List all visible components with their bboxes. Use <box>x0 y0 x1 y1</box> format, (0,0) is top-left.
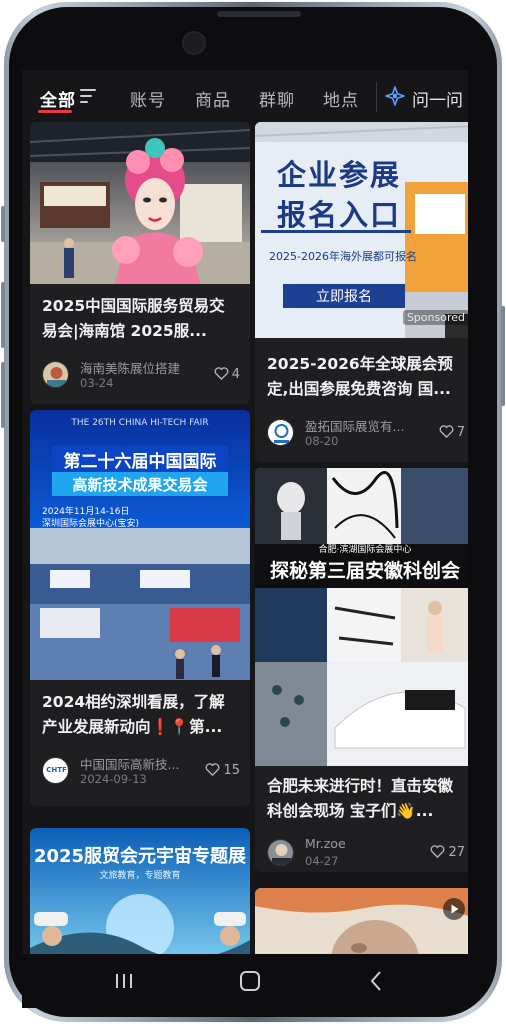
ad-headline-2: 报名入口 <box>277 198 402 232</box>
author-name[interactable]: Mr.zoe <box>305 836 415 851</box>
ask-button[interactable]: 问一问 <box>376 82 468 112</box>
heart-icon <box>214 367 229 380</box>
search-tab-bar: 全部 账号 商品 群聊 地点 问一问 <box>22 70 468 122</box>
note-cover-image: 2025服贸会元宇宙专题展 文旅教育，专题教育 <box>30 828 250 954</box>
note-card[interactable]: 2025中国国际服务贸易交易会|海南馆 2025服... 海南美陈展位搭建 03… <box>30 122 250 404</box>
fair-title-line-2: 高新技术成果交易会 <box>72 476 208 494</box>
note-title: 2025-2026年全球展会预定,出国参展免费咨询 国... <box>267 355 453 398</box>
heart-icon <box>206 763 220 776</box>
note-card[interactable]: THE 26TH CHINA HI-TECH FAIR 第二十六届中国国际 高新… <box>30 410 250 806</box>
like-count-value: 15 <box>223 763 240 778</box>
post-date: 08-20 <box>305 434 339 448</box>
tab-products[interactable]: 商品 <box>195 86 231 111</box>
like-count-value: 7 <box>456 425 465 440</box>
volume-down-button <box>1 362 5 428</box>
expo-headline: 2025服贸会元宇宙专题展 <box>33 846 247 867</box>
note-cover-image: 企业参展 报名入口 2025-2026年海外展都可报名 立即报名 Sponsor… <box>255 122 468 338</box>
author-avatar[interactable] <box>267 839 294 866</box>
post-date: 03-24 <box>80 376 114 390</box>
heart-icon <box>439 425 454 438</box>
expo-subtitle: 文旅教育，专题教育 <box>99 871 181 881</box>
note-title: 2024相约深圳看展，了解产业发展新动向❗📍第... <box>42 693 225 736</box>
fair-venue: 深圳国际会展中心(宝安) <box>42 519 140 529</box>
like-count[interactable]: 15 <box>205 763 240 778</box>
author-avatar[interactable] <box>42 361 69 388</box>
author-avatar[interactable] <box>267 419 294 446</box>
heart-icon <box>431 845 445 858</box>
tab-accounts[interactable]: 账号 <box>130 86 166 111</box>
sponsored-badge: Sponsored <box>402 310 468 325</box>
tab-group-chats[interactable]: 群聊 <box>259 86 295 111</box>
note-meta: 盈拓国际展览有... 08-20 7 <box>267 416 465 450</box>
note-cover-image <box>255 888 468 954</box>
like-count-value: 4 <box>231 367 240 382</box>
like-count[interactable]: 7 <box>439 425 465 440</box>
play-icon[interactable] <box>443 898 465 920</box>
note-cover-image: THE 26TH CHINA HI-TECH FAIR 第二十六届中国国际 高新… <box>30 410 250 680</box>
avatar-logo-text: CHTF <box>46 766 67 774</box>
note-cover-image: 合肥·滨湖国际会展中心 探秘第三届安徽科创会 <box>255 468 468 766</box>
tab-all[interactable]: 全部 <box>40 86 76 111</box>
author-name[interactable]: 盈拓国际展览有... <box>305 416 415 435</box>
note-card[interactable]: 合肥·滨湖国际会展中心 探秘第三届安徽科创会 合肥未来进行时！直击安徽科创会现场… <box>255 468 468 872</box>
ad-subtitle: 2025-2026年海外展都可报名 <box>269 250 417 263</box>
like-count[interactable]: 27 <box>430 845 465 860</box>
mute-switch <box>1 206 5 242</box>
note-title: 合肥未来进行时！直击安徽科创会现场 宝子们👋... <box>267 777 454 820</box>
recent-apps-icon[interactable] <box>104 966 144 996</box>
ai-sparkle-icon <box>385 86 405 106</box>
video-note-card[interactable] <box>255 888 468 954</box>
note-card[interactable]: 2025服贸会元宇宙专题展 文旅教育，专题教育 <box>30 828 250 954</box>
like-count-value: 27 <box>448 845 465 860</box>
note-title: 2025中国国际服务贸易交易会|海南馆 2025服... <box>42 297 225 340</box>
ad-signup-button[interactable]: 立即报名 <box>283 286 405 306</box>
filter-icon[interactable] <box>80 89 96 103</box>
event-headline: 探秘第三届安徽科创会 <box>269 560 460 582</box>
note-meta: CHTF 中国国际高新技... 2024-09-13 15 <box>42 754 240 788</box>
note-cover-image <box>30 122 250 284</box>
fair-english-title: THE 26TH CHINA HI-TECH FAIR <box>71 418 209 428</box>
note-meta: Mr.zoe 04-27 27 <box>267 836 465 870</box>
volume-up-button <box>1 282 5 348</box>
front-camera <box>182 31 206 55</box>
author-name[interactable]: 中国国际高新技... <box>80 754 190 773</box>
author-name[interactable]: 海南美陈展位搭建 <box>80 358 190 377</box>
fair-title-line-1: 第二十六届中国国际 <box>63 452 217 472</box>
ask-button-label: 问一问 <box>412 91 463 111</box>
power-button <box>501 306 505 406</box>
speaker-grille <box>217 11 301 17</box>
event-venue-caption: 合肥·滨湖国际会展中心 <box>318 545 412 555</box>
app-screen: 全部 账号 商品 群聊 地点 问一问 2025中国国际服务贸易交易会|海南馆 2… <box>22 70 468 954</box>
active-tab-indicator <box>38 110 72 113</box>
sponsored-note-card[interactable]: 企业参展 报名入口 2025-2026年海外展都可报名 立即报名 Sponsor… <box>255 122 468 462</box>
author-avatar[interactable]: CHTF <box>42 757 69 784</box>
system-navigation-bar <box>22 954 468 1008</box>
note-meta: 海南美陈展位搭建 03-24 4 <box>42 358 240 392</box>
ad-headline-1: 企业参展 <box>277 158 402 192</box>
post-date: 04-27 <box>305 854 339 868</box>
results-feed[interactable]: 2025中国国际服务贸易交易会|海南馆 2025服... 海南美陈展位搭建 03… <box>22 122 468 954</box>
home-icon[interactable] <box>230 966 270 996</box>
post-date: 2024-09-13 <box>80 772 147 786</box>
back-icon[interactable] <box>356 966 396 996</box>
like-count[interactable]: 4 <box>214 367 240 382</box>
tab-places[interactable]: 地点 <box>323 86 359 111</box>
